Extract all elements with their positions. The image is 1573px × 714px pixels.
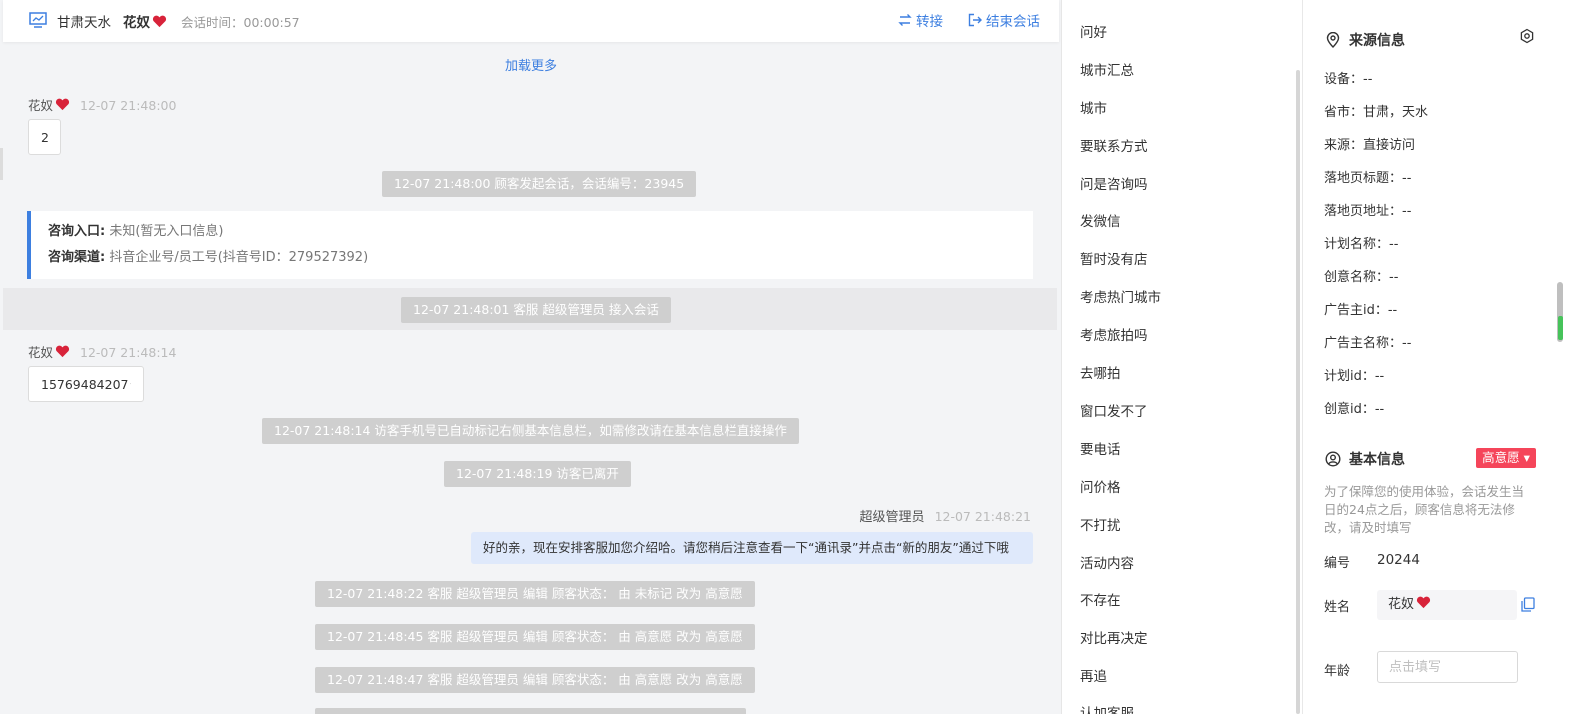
sender-name: 花奴 [28,98,54,113]
source-field-landing-url: 落地页地址：-- [1324,204,1412,219]
quick-reply-item[interactable]: 活动内容 [1080,552,1134,572]
message-sender: 花奴 12-07 21:48:00 [28,95,176,114]
agent-name: 超级管理员 [859,510,925,525]
quick-reply-item[interactable]: 不打扰 [1080,514,1121,534]
left-edge-tab [0,148,3,180]
heart-icon [55,98,70,111]
edit-notice: 为了保障您的使用体验，会话发生当日的24点之后，顾客信息将无法修改，请及时填写 [1324,484,1525,535]
end-session-button[interactable]: 结束会话 [968,10,1040,30]
quick-reply-item[interactable]: 认加客服 [1080,702,1134,714]
quick-reply-item[interactable]: 暂时没有店 [1080,248,1148,268]
agent-message-bubble: 好的亲，现在安排客服加您介绍哈。请您稍后注意查看一下“通讯录”并点击“新的朋友”… [471,532,1033,564]
visitor-message-bubble: 2 [28,119,61,155]
name-field[interactable]: 花奴 [1377,590,1517,620]
quick-replies-panel: 问好 城市汇总 城市 要联系方式 问是咨询吗 发微信 暂时没有店 考虑热门城市 … [1064,0,1300,714]
message-time: 12-07 21:48:00 [80,98,177,113]
source-field-plan-id: 计划id：-- [1324,369,1385,384]
sender-name: 花奴 [28,345,54,360]
source-field-creative-name: 创意名称：-- [1324,270,1399,285]
quick-reply-item[interactable]: 再追 [1080,665,1107,685]
system-message: 12-07 21:48:01 客服 超级管理员 接入会话 [401,297,671,323]
system-message: 12-07 21:48:19 访客已离开 [444,461,631,487]
session-time: 会话时间：00:00:57 [181,15,300,30]
age-label: 年龄 [1324,664,1351,679]
system-message: 12-07 21:48:14 访客手机号已自动标记右侧基本信息栏，如需修改请在基… [262,418,799,444]
quick-reply-item[interactable]: 问价格 [1080,476,1121,496]
copy-icon[interactable] [130,378,131,390]
quick-reply-item[interactable]: 不存在 [1080,589,1121,609]
quick-reply-item[interactable]: 问是咨询吗 [1080,173,1148,193]
heart-icon [55,345,70,358]
user-circle-icon [1325,451,1341,467]
settings-icon[interactable] [1519,28,1535,44]
age-input[interactable] [1377,651,1518,683]
consult-entry-value: 未知(暂无入口信息) [109,224,224,239]
agent-message-time: 12-07 21:48:21 [934,509,1031,524]
quick-reply-item[interactable]: 考虑旅拍吗 [1080,324,1148,344]
scroll-indicator [1558,316,1563,340]
transfer-button[interactable]: 转接 [898,10,943,30]
load-more-link[interactable]: 加载更多 [505,59,557,74]
system-message: 12-07 21:48:00 顾客发起会话，会话编号：23945 [382,171,697,197]
exit-icon [968,13,982,27]
quick-reply-item[interactable]: 发微信 [1080,210,1121,230]
consult-channel-value: 抖音企业号/员工号(抖音号ID：279527392) [109,250,369,265]
heart-icon [152,15,167,28]
quick-reply-item[interactable]: 对比再决定 [1080,627,1148,647]
transfer-label: 转接 [916,14,943,30]
visitor-message-bubble: 15769484207 [28,366,144,402]
source-field-province-city: 省市：甘肃，天水 [1324,105,1429,120]
copy-icon[interactable] [1521,597,1535,612]
page-scrollbar-track[interactable] [1556,0,1564,714]
load-more-row: 加载更多 [0,55,1061,74]
quick-reply-item[interactable]: 要电话 [1080,438,1121,458]
message-time: 12-07 21:48:14 [80,345,177,360]
quick-replies-scrollbar[interactable] [1296,70,1300,714]
visitor-info-panel: 来源信息 设备：-- 省市：甘肃，天水 来源：直接访问 落地页标题：-- 落地页… [1303,0,1555,714]
heart-icon [1416,596,1431,609]
name-value: 花奴 [1388,597,1415,612]
location-pin-icon [1326,32,1340,48]
source-field-landing-title: 落地页标题：-- [1324,171,1412,186]
source-field-plan-name: 计划名称：-- [1324,237,1399,252]
source-field-source: 来源：直接访问 [1324,138,1416,153]
source-info-title-text: 来源信息 [1349,33,1405,49]
quick-reply-item[interactable]: 去哪拍 [1080,362,1121,382]
quick-reply-item[interactable]: 城市汇总 [1080,59,1134,79]
quick-reply-item[interactable]: 窗口发不了 [1080,400,1148,420]
system-message: 12-07 21:48:45 客服 超级管理员 编辑 顾客状态： 由 高意愿 改… [315,624,755,650]
quick-reply-item[interactable]: 要联系方式 [1080,135,1148,155]
quick-reply-item[interactable]: 问好 [1080,21,1107,41]
system-message: 12-07 21:48:47 客服 超级管理员 编辑 顾客状态： 由 高意愿 改… [315,667,755,693]
source-field-device: 设备：-- [1324,72,1373,87]
consult-channel-label: 咨询渠道: [48,250,106,265]
consult-info-card: 咨询入口: 未知(暂无入口信息) 咨询渠道: 抖音企业号/员工号(抖音号ID：2… [27,211,1033,279]
chat-header: 甘肃天水 花奴 会话时间：00:00:57 转接 结束会话 [3,0,1059,42]
message-text: 15769484207 [41,376,129,392]
source-field-advertiser-name: 广告主名称：-- [1324,336,1412,351]
transfer-icon [898,14,912,26]
source-info-title: 来源信息 [1325,30,1405,50]
visitor-name: 花奴 [123,11,167,31]
status-badge[interactable]: 高意愿 ▾ [1476,448,1536,468]
system-message-partial [315,708,746,714]
basic-info-title-text: 基本信息 [1349,452,1405,468]
visitor-location: 甘肃天水 [57,15,111,31]
id-label: 编号 [1324,556,1351,571]
agent-message-header: 超级管理员 12-07 21:48:21 [860,506,1031,525]
name-label: 姓名 [1324,600,1351,615]
message-text: 2 [41,129,49,145]
basic-info-title: 基本信息 [1325,449,1405,469]
chat-panel: 甘肃天水 花奴 会话时间：00:00:57 转接 结束会话 加载更多 花奴 12-… [0,0,1062,714]
system-message: 12-07 21:48:22 客服 超级管理员 编辑 顾客状态： 由 未标记 改… [315,581,755,607]
quick-reply-item[interactable]: 考虑热门城市 [1080,286,1161,306]
source-field-advertiser-id: 广告主id：-- [1324,303,1398,318]
message-sender: 花奴 12-07 21:48:14 [28,342,176,361]
id-value: 20244 [1377,552,1420,568]
end-session-label: 结束会话 [986,14,1040,30]
consult-entry-label: 咨询入口: [48,224,106,239]
source-field-creative-id: 创意id：-- [1324,402,1385,417]
monitor-icon [29,12,47,28]
quick-reply-item[interactable]: 城市 [1080,97,1107,117]
